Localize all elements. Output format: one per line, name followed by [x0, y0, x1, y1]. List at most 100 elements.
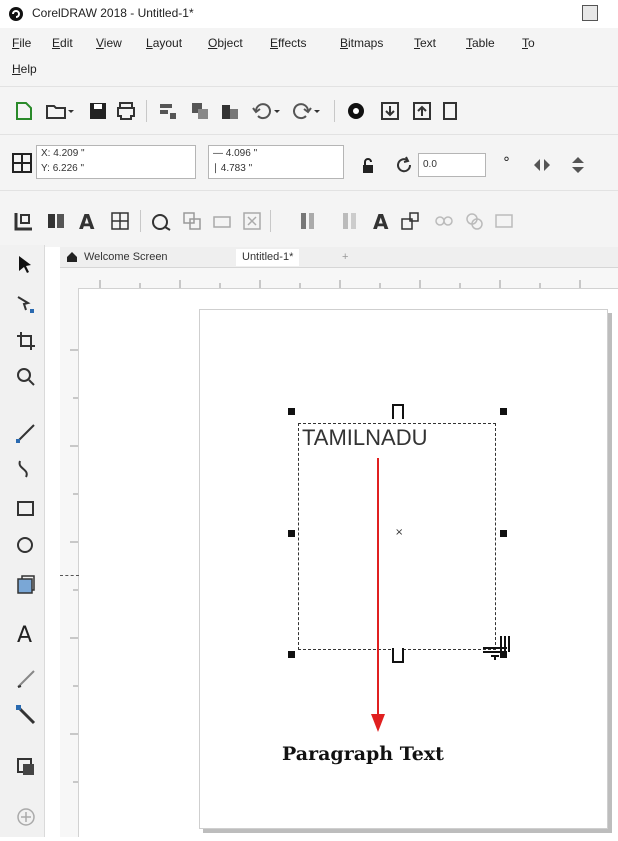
polygon-tool-icon[interactable] [14, 573, 38, 597]
selection-handle-top-right[interactable] [500, 408, 507, 415]
align-columns-icon[interactable] [296, 209, 320, 233]
zoom-tool-icon[interactable] [14, 365, 38, 389]
rotation-field[interactable]: 0.0 [418, 153, 486, 177]
property-bar: X: 4.209 " Y: 6.226 " — 4.096 " ∣ 4.783 … [0, 134, 618, 191]
text-flow-handle-icon[interactable] [477, 634, 513, 664]
menu-object[interactable]: Object [208, 36, 243, 50]
svg-text:A: A [17, 623, 32, 645]
menu-text[interactable]: Text [414, 36, 436, 50]
pick-tool-icon[interactable] [14, 253, 38, 277]
menu-edit[interactable]: Edit [52, 36, 73, 50]
title-bar: CorelDRAW 2018 - Untitled-1* [0, 0, 618, 29]
menu-effects[interactable]: Effects [270, 36, 306, 50]
svg-text:A: A [79, 210, 95, 233]
new-document-icon[interactable] [12, 99, 36, 123]
size-fields: — 4.096 " ∣ 4.783 " [208, 145, 344, 179]
page-size-icon[interactable] [10, 151, 34, 175]
vertical-ruler[interactable] [60, 288, 79, 837]
copy-icon[interactable] [188, 99, 212, 123]
svg-text:A: A [373, 210, 389, 233]
menu-help[interactable]: Help [12, 62, 37, 76]
open-dropdown-icon[interactable] [66, 99, 76, 123]
cut-icon[interactable] [156, 99, 180, 123]
menu-view[interactable]: View [96, 36, 122, 50]
height-field[interactable]: ∣ 4.783 " [209, 161, 343, 176]
bullet-icon[interactable] [432, 209, 456, 233]
mirror-horizontal-icon[interactable] [530, 153, 554, 177]
artistic-media-tool-icon[interactable] [14, 457, 38, 481]
vertical-ruler-ticks [70, 349, 78, 783]
text-frame-icon[interactable] [108, 209, 132, 233]
coreldraw-logo-icon [9, 7, 23, 21]
toolbar-separator [146, 100, 147, 122]
window-title: CorelDRAW 2018 - Untitled-1* [32, 6, 194, 20]
parallel-dimension-tool-icon[interactable] [14, 667, 38, 691]
toolbox: A [0, 245, 45, 837]
justify-icon[interactable] [338, 209, 362, 233]
selection-handle-middle-left[interactable] [288, 530, 295, 537]
shape-tool-icon[interactable] [14, 293, 38, 317]
menu-bar: File Edit View Layout Object Effects Bit… [0, 28, 618, 86]
top-frame-tab-icon[interactable] [391, 402, 405, 420]
standard-toolbar [0, 86, 618, 135]
rectangle-tool-icon[interactable] [14, 497, 38, 521]
save-icon[interactable] [86, 99, 110, 123]
export-icon[interactable] [410, 99, 434, 123]
rotation-icon [397, 156, 412, 173]
envelope-icon[interactable] [492, 209, 516, 233]
ellipse-tool-icon[interactable] [14, 533, 38, 557]
redo-dropdown-icon[interactable] [312, 99, 322, 123]
crop-tool-icon[interactable] [14, 329, 38, 353]
toolbar-separator [270, 210, 271, 232]
connector-tool-icon[interactable] [14, 703, 38, 727]
undo-dropdown-icon[interactable] [272, 99, 282, 123]
open-folder-icon[interactable] [44, 99, 68, 123]
selection-handle-top-left[interactable] [288, 408, 295, 415]
tab-untitled-1[interactable]: Untitled-1* [236, 249, 300, 266]
freehand-tool-icon[interactable] [14, 421, 38, 445]
y-position-field[interactable]: Y: 6.226 " [37, 161, 195, 176]
paragraph-text-caption: Paragraph Text [282, 743, 444, 765]
columns-icon[interactable] [44, 209, 68, 233]
text-wrap-icon[interactable] [180, 209, 204, 233]
paste-icon[interactable] [218, 99, 242, 123]
menu-tools[interactable]: To [522, 36, 535, 50]
fit-text-icon[interactable] [240, 209, 264, 233]
x-position-field[interactable]: X: 4.209 " [37, 146, 195, 161]
character-formatting-icon[interactable]: A [370, 209, 394, 233]
bottom-frame-tab-icon[interactable] [391, 647, 405, 665]
position-fields: X: 4.209 " Y: 6.226 " [36, 145, 196, 179]
tab-welcome-screen[interactable]: Welcome Screen [84, 249, 168, 266]
add-tab-icon[interactable]: + [342, 249, 348, 266]
toolbar-separator [334, 100, 335, 122]
edit-text-frame-icon[interactable] [12, 209, 36, 233]
publish-pdf-icon[interactable] [438, 99, 462, 123]
rotation-value: 0.0 [423, 159, 437, 170]
text-properties-icon[interactable]: A [76, 209, 100, 233]
menu-table[interactable]: Table [466, 36, 495, 50]
drop-shadow-tool-icon[interactable] [14, 755, 38, 779]
horizontal-ruler[interactable] [60, 268, 618, 289]
selection-handle-middle-right[interactable] [500, 530, 507, 537]
mirror-vertical-icon[interactable] [566, 153, 590, 177]
frame-text[interactable]: TAMILNADU [302, 425, 428, 451]
width-field[interactable]: — 4.096 " [209, 146, 343, 161]
undo-icon[interactable] [250, 99, 274, 123]
text-frame-resize-icon[interactable] [398, 209, 422, 233]
window-restore-icon[interactable] [582, 5, 598, 21]
add-tool-icon[interactable] [14, 805, 38, 829]
lock-ratio-icon[interactable] [356, 155, 380, 179]
import-icon[interactable] [378, 99, 402, 123]
print-icon[interactable] [114, 99, 138, 123]
menu-layout[interactable]: Layout [146, 36, 182, 50]
redo-icon[interactable] [290, 99, 314, 123]
drop-cap-icon[interactable] [462, 209, 486, 233]
text-tool-icon[interactable]: A [14, 621, 38, 645]
selection-handle-bottom-left[interactable] [288, 651, 295, 658]
menu-file[interactable]: File [12, 36, 31, 50]
format-text-icon[interactable] [150, 209, 174, 233]
search-content-icon[interactable] [344, 99, 368, 123]
toolbar-separator [140, 210, 141, 232]
link-text-icon[interactable] [210, 209, 234, 233]
menu-bitmaps[interactable]: Bitmaps [340, 36, 383, 50]
